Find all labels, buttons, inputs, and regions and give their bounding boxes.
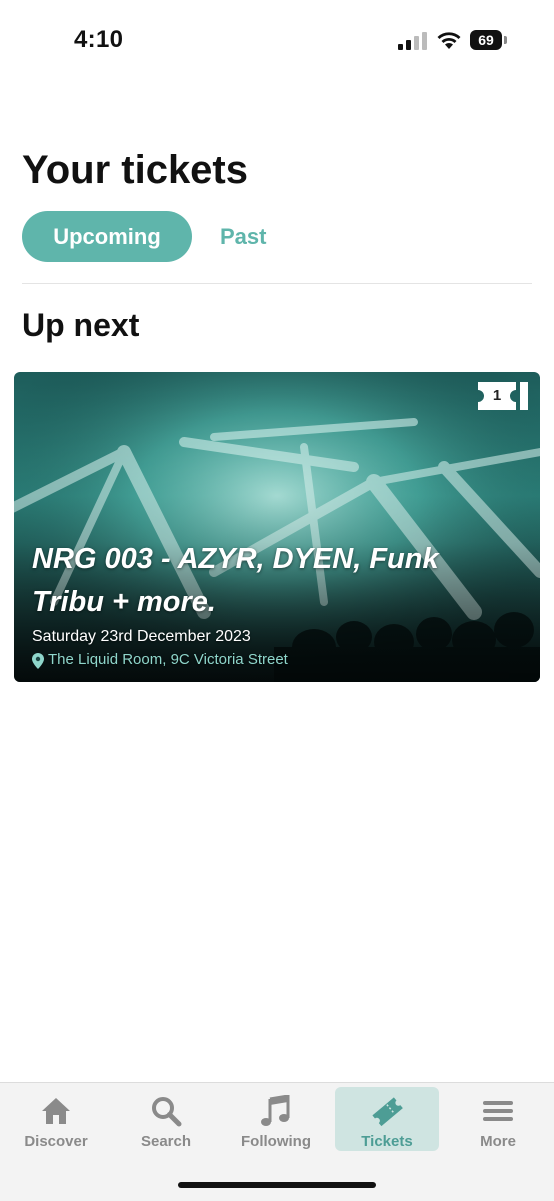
ticket-icon xyxy=(372,1097,403,1127)
home-indicator[interactable] xyxy=(178,1182,376,1188)
tab-past[interactable]: Past xyxy=(220,211,266,262)
divider xyxy=(22,283,532,284)
battery-level: 69 xyxy=(470,30,502,50)
nav-item-search[interactable]: Search xyxy=(114,1087,218,1151)
nav-label-discover: Discover xyxy=(24,1133,88,1150)
page-title: Your tickets xyxy=(22,148,248,192)
home-icon xyxy=(42,1098,70,1124)
event-title: NRG 003 - AZYR, DYEN, Funk Tribu + more. xyxy=(32,543,439,618)
ticket-count: 1 xyxy=(492,387,502,404)
ticket-count-badge: 1 xyxy=(478,382,528,410)
nav-label-search: Search xyxy=(140,1133,192,1150)
nav-item-more[interactable]: More xyxy=(446,1087,550,1151)
nav-label-following: Following xyxy=(241,1133,311,1150)
menu-icon xyxy=(483,1101,513,1121)
cellular-signal-icon xyxy=(398,32,427,50)
event-card[interactable]: 1 NRG 003 - AZYR, DYEN, Funk Tribu + mor… xyxy=(14,372,540,682)
tab-upcoming[interactable]: Upcoming xyxy=(22,211,192,262)
nav-item-discover[interactable]: Discover xyxy=(4,1087,108,1151)
section-title: Up next xyxy=(22,307,140,343)
status-time: 4:10 xyxy=(74,26,124,53)
music-note-icon xyxy=(261,1095,290,1126)
search-icon xyxy=(152,1097,182,1127)
battery-indicator: 69 xyxy=(470,30,507,50)
status-bar: 4:10 69 xyxy=(0,0,554,80)
nav-item-tickets[interactable]: Tickets xyxy=(335,1087,439,1151)
nav-label-tickets: Tickets xyxy=(361,1133,413,1150)
wifi-icon xyxy=(437,32,461,49)
nav-item-following[interactable]: Following xyxy=(224,1087,328,1151)
location-pin-icon xyxy=(32,653,44,669)
battery-cap xyxy=(504,36,507,44)
nav-label-more: More xyxy=(480,1133,516,1150)
event-venue-text: The Liquid Room, 9C Victoria Street xyxy=(48,651,288,668)
event-date: Saturday 23rd December 2023 xyxy=(32,628,251,645)
